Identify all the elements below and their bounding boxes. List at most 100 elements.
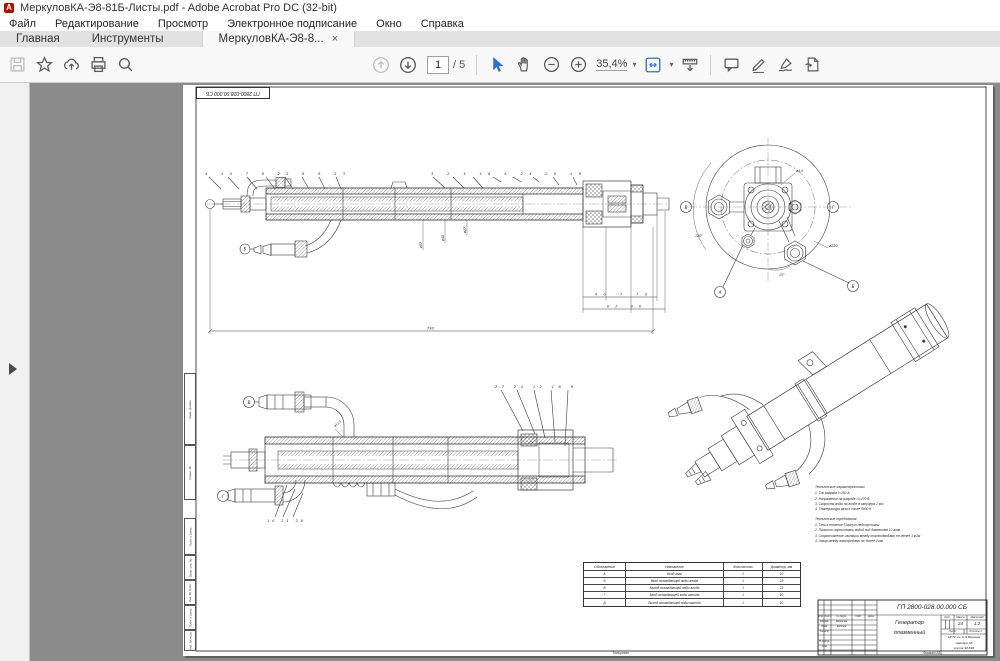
cloud-upload-icon bbox=[63, 56, 80, 73]
page-down-icon bbox=[399, 56, 417, 74]
flange-end-view bbox=[681, 137, 859, 298]
menu-file[interactable]: Файл bbox=[9, 18, 36, 30]
mass-value: 24 bbox=[954, 620, 967, 629]
svg-text:40 7 76: 40 7 76 bbox=[595, 293, 647, 297]
margin-label: Взам. инв. № bbox=[184, 555, 196, 580]
menu-esign[interactable]: Электронное подписание bbox=[227, 18, 357, 30]
next-page-button[interactable] bbox=[394, 52, 421, 78]
margin-label: Справ. № bbox=[184, 445, 196, 500]
page-number-input[interactable] bbox=[427, 56, 449, 74]
svg-text:ø27: ø27 bbox=[463, 227, 467, 234]
export-pdf-button[interactable] bbox=[799, 52, 826, 78]
sheet-label: Лист bbox=[941, 629, 964, 634]
expand-pane-icon[interactable] bbox=[9, 363, 17, 375]
tab-home[interactable]: Главная bbox=[0, 31, 76, 47]
acrobat-window: A МеркуловКА-Э8-81Б-Листы.pdf - Adobe Ac… bbox=[0, 0, 1000, 661]
svg-text:Г: Г bbox=[222, 494, 225, 499]
margin-label: Перв. примен. bbox=[184, 373, 196, 445]
tab-tools[interactable]: Инструменты bbox=[76, 31, 180, 47]
margin-label: Подп. и дата bbox=[184, 605, 196, 630]
svg-text:27 24 12 18 9: 27 24 12 18 9 bbox=[495, 385, 574, 389]
svg-text:ø220: ø220 bbox=[828, 244, 838, 248]
printer-icon bbox=[90, 56, 107, 73]
svg-text:А: А bbox=[718, 290, 722, 295]
technical-notes: Технические характеристики 1. Ток разряд… bbox=[815, 485, 983, 544]
stamp-box: ГП 2800-028.00.000 СБ bbox=[196, 87, 270, 99]
svg-text:62 86: 62 86 bbox=[607, 305, 641, 309]
main-toolbar: / 5 35,4% ▾ ▾ bbox=[0, 47, 1000, 83]
table-cell: В bbox=[584, 585, 626, 592]
comment-bubble-icon bbox=[723, 56, 740, 73]
zoom-level-value[interactable]: 35,4% bbox=[596, 58, 627, 71]
zoom-caret-icon[interactable]: ▾ bbox=[632, 60, 636, 69]
acrobat-logo-icon: A bbox=[4, 3, 14, 13]
scale-value: 1:2 bbox=[967, 620, 987, 629]
svg-text:ø12,5: ø12,5 bbox=[332, 419, 342, 428]
stamp-number: ГП 2800-028.00.000 СБ bbox=[206, 90, 260, 96]
svg-text:ø40: ø40 bbox=[441, 235, 445, 242]
fit-page-icon bbox=[644, 56, 662, 74]
svg-text:Б: Б bbox=[852, 284, 855, 289]
previous-page-button[interactable] bbox=[367, 52, 394, 78]
tab-document[interactable]: МеркуловКА-Э8-8... × bbox=[202, 31, 356, 47]
role-label: Т.контр. bbox=[818, 630, 831, 635]
margin-label: Подп. и дата bbox=[184, 518, 196, 555]
page-total-label: / 5 bbox=[453, 59, 465, 71]
hand-tool-button[interactable] bbox=[511, 52, 538, 78]
copied-label: Копировал bbox=[613, 651, 629, 655]
page-up-icon bbox=[372, 56, 390, 74]
menu-view[interactable]: Просмотр bbox=[158, 18, 208, 30]
menu-window[interactable]: Окно bbox=[376, 18, 402, 30]
save-button[interactable] bbox=[4, 52, 31, 78]
pencil-icon bbox=[750, 56, 767, 73]
svg-text:10 21 28: 10 21 28 bbox=[267, 519, 304, 523]
table-cell: А bbox=[584, 571, 626, 578]
main-section-view bbox=[205, 177, 669, 334]
role-label: Утв. bbox=[818, 645, 831, 650]
svg-text:3 2 1 16 5 24 20 19: 3 2 1 16 5 24 20 19 bbox=[431, 172, 582, 176]
zoom-in-button[interactable] bbox=[565, 52, 592, 78]
title-bar: A МеркуловКА-Э8-81Б-Листы.pdf - Adobe Ac… bbox=[0, 0, 1000, 16]
svg-text:15°: 15° bbox=[779, 273, 785, 277]
document-workspace: 4 10 7 8 22 6 9 23 3 2 1 16 5 24 20 19 ø… bbox=[0, 83, 1000, 661]
highlight-button[interactable] bbox=[745, 52, 772, 78]
svg-text:ø57: ø57 bbox=[419, 242, 423, 249]
select-tool-button[interactable] bbox=[484, 52, 511, 78]
org-line: МГТУ им. Н.Э.Баумана bbox=[941, 635, 987, 640]
zoom-in-icon bbox=[570, 56, 587, 73]
ports-table: Обозначение Назначение Количество Диамет… bbox=[583, 562, 801, 607]
zoom-out-icon bbox=[543, 56, 560, 73]
table-cell: Д bbox=[584, 599, 626, 606]
fit-width-button[interactable] bbox=[676, 52, 703, 78]
star-icon bbox=[36, 56, 53, 73]
rear-section-view bbox=[218, 390, 620, 517]
fit-width-icon bbox=[681, 56, 699, 74]
sign-button[interactable] bbox=[772, 52, 799, 78]
navigation-pane-collapsed[interactable] bbox=[0, 83, 30, 661]
svg-text:Б: Б bbox=[244, 247, 247, 252]
svg-text:Г: Г bbox=[832, 205, 835, 210]
format-label: Формат А1 bbox=[923, 651, 940, 655]
fit-page-button[interactable] bbox=[639, 52, 666, 78]
tab-close-icon[interactable]: × bbox=[332, 33, 338, 45]
product-name: Генератор bbox=[878, 618, 941, 628]
fit-caret-icon[interactable]: ▾ bbox=[669, 60, 673, 69]
window-title: МеркуловКА-Э8-81Б-Листы.pdf - Adobe Acro… bbox=[20, 2, 337, 14]
search-button[interactable] bbox=[112, 52, 139, 78]
rev-col: Дата bbox=[865, 615, 877, 620]
lit-label: Лит. bbox=[941, 615, 954, 620]
pdf-page: 4 10 7 8 22 6 9 23 3 2 1 16 5 24 20 19 ø… bbox=[183, 85, 993, 656]
comment-button[interactable] bbox=[718, 52, 745, 78]
share-button[interactable] bbox=[58, 52, 85, 78]
search-icon bbox=[117, 56, 134, 73]
zoom-out-button[interactable] bbox=[538, 52, 565, 78]
menu-help[interactable]: Справка bbox=[421, 18, 464, 30]
print-button[interactable] bbox=[85, 52, 112, 78]
svg-text:В: В bbox=[685, 205, 688, 210]
margin-label: Инв. № дубл. bbox=[184, 580, 196, 605]
doc-number: ГП 2800-028.00.000 СБ bbox=[878, 601, 986, 614]
menu-edit[interactable]: Редактирование bbox=[55, 18, 139, 30]
save-icon bbox=[9, 56, 26, 73]
product-name2: плазменный bbox=[878, 628, 941, 638]
favorites-button[interactable] bbox=[31, 52, 58, 78]
